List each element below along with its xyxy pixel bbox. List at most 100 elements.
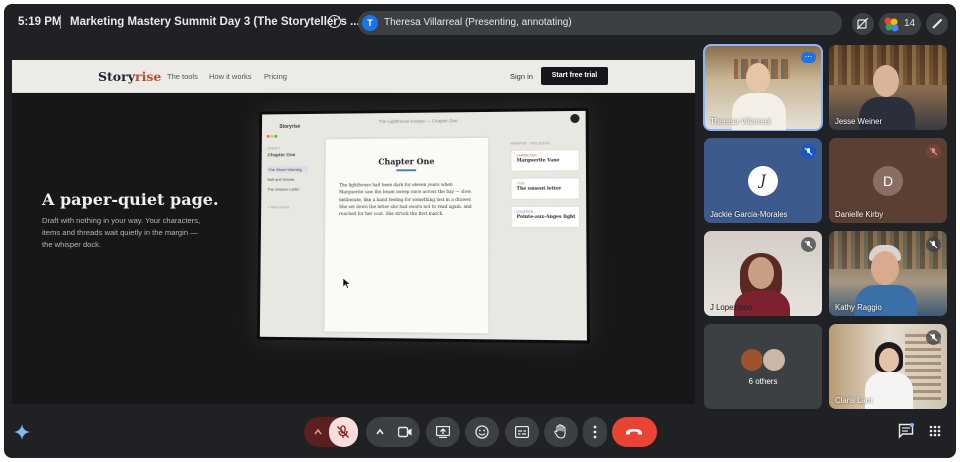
leave-call-button[interactable] [612,417,657,447]
more-options-button[interactable] [583,417,607,447]
chat-icon[interactable] [898,423,914,439]
meeting-title: Marketing Mastery Summit Day 3 (The Stor… [70,16,360,28]
raise-hand-button[interactable] [544,417,578,447]
others-tile[interactable]: 6 others [704,324,822,409]
whisper-card: CHARACTER Marguerite Vane [510,149,579,172]
sidebar-item: The Unseen Letter [267,187,308,192]
participant-name: Claris Lam [835,396,872,405]
participant-tile[interactable]: D Danielle Kirby [829,138,947,223]
mic-off-icon [929,240,938,249]
sidebar-label: DRAFT [268,146,281,151]
document-page: Chapter One The lighthouse had been dark… [324,138,488,333]
gemini-icon[interactable] [14,424,30,440]
card-kind: LOCATION [517,210,533,214]
mic-muted-indicator [801,237,816,252]
present-icon [436,426,450,438]
participant-avatar [762,348,786,372]
camera-control [366,417,420,447]
window-controls [267,125,279,143]
mic-off-icon [929,147,938,156]
site-logo[interactable]: Storyrise [98,69,161,84]
participant-name: J Lopeziano [710,303,752,312]
more-options-icon[interactable]: ... [801,52,816,63]
participant-name: Danielle Kirby [835,210,883,219]
participant-count: 14 [904,18,915,29]
presenter-status: Theresa Villarreal (Presenting, annotati… [384,17,572,28]
camera-icon[interactable] [398,426,412,438]
participant-avatar: D [873,166,903,196]
participant-face [871,251,899,285]
pen-icon [931,18,943,30]
hide-tiles-button[interactable] [852,13,874,35]
chevron-up-icon[interactable] [313,428,323,436]
presenter-avatar: T [362,15,378,31]
present-button[interactable] [426,417,460,447]
participant-name: Kathy Raggio [835,303,882,312]
participant-name: Jackie Garcia-Morales [710,210,788,219]
mic-off-icon [929,333,938,342]
title-rule [396,169,416,171]
card-title: The unsent letter [517,187,562,192]
participant-tile[interactable]: Claris Lam [829,324,947,409]
participant-face [879,348,899,372]
participant-name: Jesse Weiner [835,117,882,126]
nav-link-how[interactable]: How it works [209,72,252,81]
participant-avatar [740,348,764,372]
card-kind: CHARACTER [517,153,537,157]
card-title: Pointe-aux-Anges light [517,215,576,220]
chevron-up-icon[interactable] [375,428,385,436]
apps-icon[interactable] [929,425,941,437]
mic-muted-indicator [801,144,816,159]
sidebar-item: The Storm Warning [267,166,308,173]
no-camera-icon [857,18,869,30]
divider [60,15,61,29]
info-icon[interactable]: i [328,15,341,28]
sign-in-link[interactable]: Sign in [510,72,533,81]
participant-tile[interactable]: J Jackie Garcia-Morales [704,138,822,223]
site-nav: Storyrise The tools How it works Pricing… [12,60,695,93]
mic-muted-indicator [926,144,941,159]
participant-tile[interactable]: Jesse Weiner [829,45,947,130]
hero-subtext: Draft with nothing in your way. Your cha… [42,215,210,251]
people-button[interactable]: 14 [879,13,921,35]
mic-off-icon [336,425,350,439]
annotate-button[interactable] [926,13,948,35]
close-icon [570,114,579,123]
whisper-panel-header: WHISPER · THIS SCENE [510,141,550,145]
whisper-card: ITEM The unsent letter [510,177,579,199]
mute-button[interactable] [329,417,358,447]
captions-icon [515,426,529,438]
participant-avatar: J [748,166,778,196]
card-kind: ITEM [517,182,525,186]
emoji-icon [475,425,489,439]
mic-off-icon [804,240,813,249]
pointer-cursor-icon [343,278,351,289]
hand-icon [554,424,568,439]
nav-link-tools[interactable]: The tools [167,72,198,81]
shared-screen: Storyrise The tools How it works Pricing… [12,60,695,404]
microphone-control [304,417,358,447]
hero-headline: A paper-quiet page. [42,190,219,209]
end-call-icon [625,428,643,436]
participant-name: Theresa Villarreal [710,117,771,126]
people-icon [883,16,901,32]
participant-tile[interactable]: ... Theresa Villarreal [704,45,822,130]
participant-tile[interactable]: Kathy Raggio [829,231,947,316]
preview-window-title: The Lighthouse Keeper — Chapter One [379,118,458,124]
mic-off-icon [804,147,813,156]
participant-face [873,65,899,97]
preview-brand: Storyrise [279,124,300,130]
nav-link-pricing[interactable]: Pricing [264,72,287,81]
reactions-button[interactable] [465,417,499,447]
captions-button[interactable] [505,417,539,447]
top-bar: 5:19 PM Marketing Mastery Summit Day 3 (… [4,4,956,42]
mic-muted-indicator [926,330,941,345]
whisper-card: LOCATION Pointe-aux-Anges light [511,206,581,228]
chapter-body: The lighthouse had been dark for eleven … [339,182,476,219]
participant-face [746,63,770,93]
meet-window: 5:19 PM Marketing Mastery Summit Day 3 (… [4,4,956,458]
presenter-chip[interactable]: T Theresa Villarreal (Presenting, annota… [358,11,842,35]
sidebar-item: Chapter One [267,153,308,158]
start-trial-button[interactable]: Start free trial [541,67,608,85]
participant-tile[interactable]: J Lopeziano [704,231,822,316]
